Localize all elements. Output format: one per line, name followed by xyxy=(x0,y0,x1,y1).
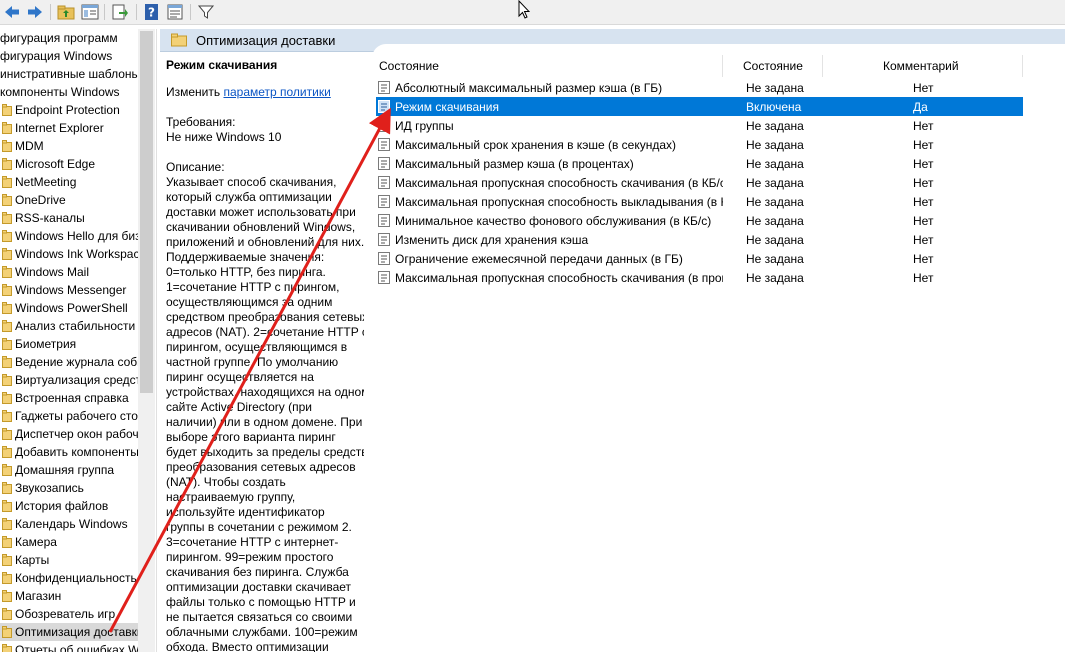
annotation-arrows xyxy=(108,107,391,633)
arrow-to-download-mode-policy xyxy=(108,107,391,633)
mouse-cursor-icon xyxy=(518,0,530,19)
